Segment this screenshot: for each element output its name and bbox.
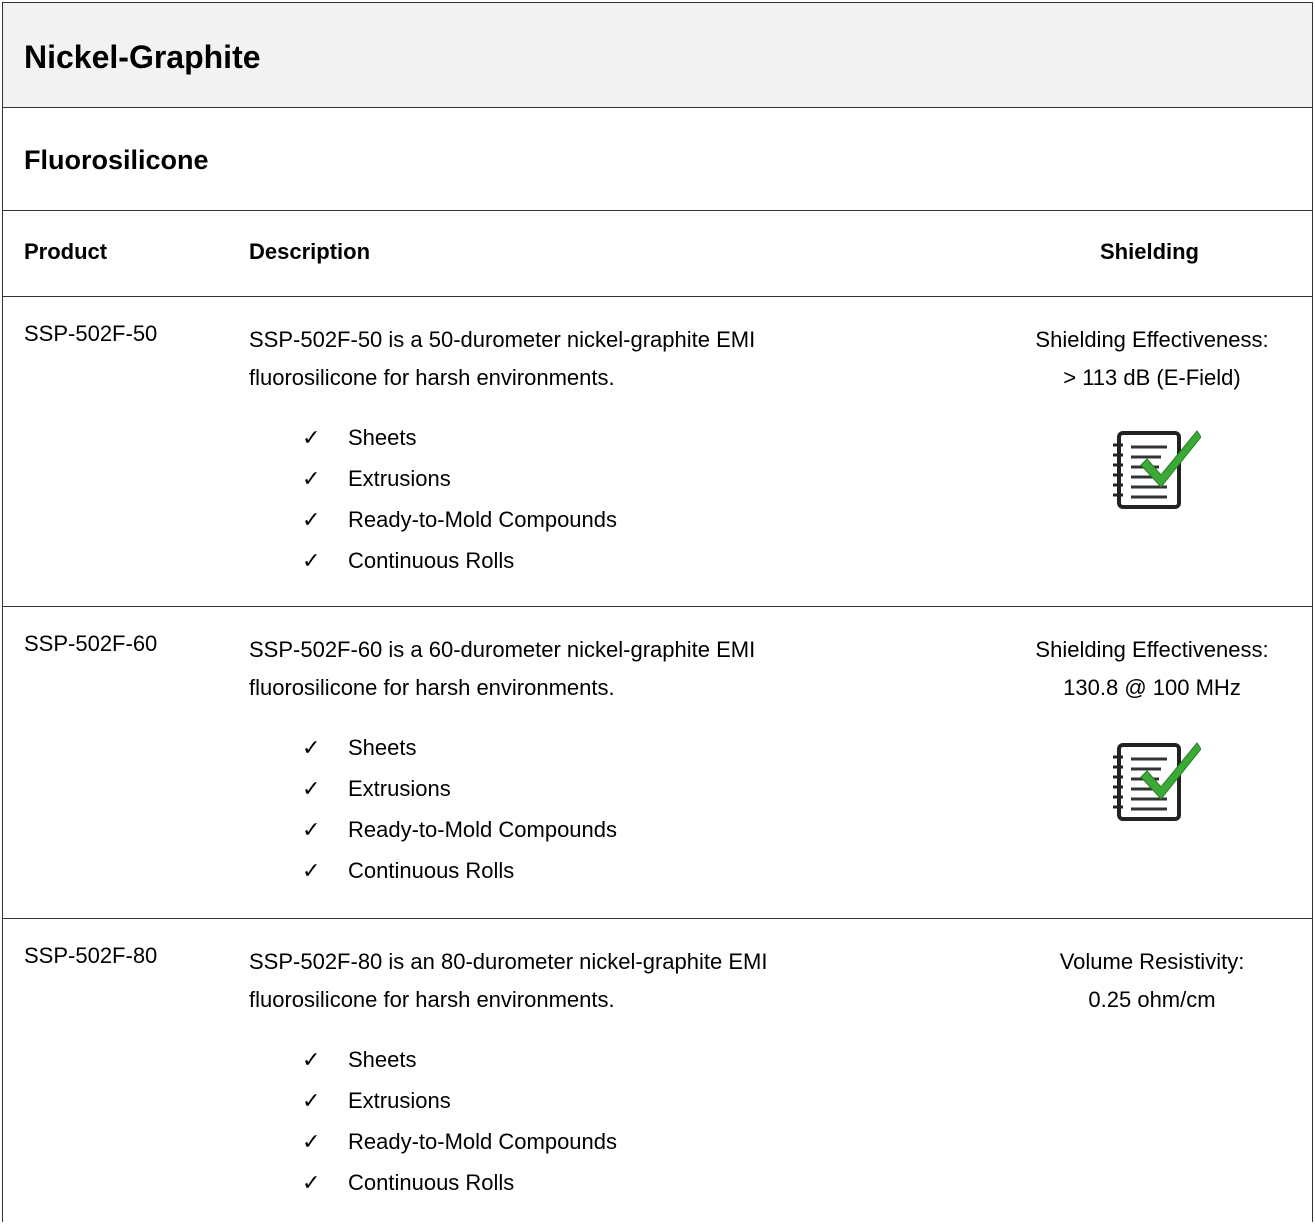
feature-list: ✓ Sheets ✓ Extrusions ✓ Ready-to-Mold Compo… [302,1039,617,1203]
checkmark-icon: ✓ [302,817,321,842]
checkmark-icon: ✓ [302,1088,321,1113]
list-item: ✓ Ready-to-Mold Compounds [302,1121,617,1162]
feature-label: Continuous Rolls [348,858,515,883]
feature-label: Sheets [348,1047,417,1072]
checkmark-icon: ✓ [302,735,321,760]
checkmark-icon: ✓ [302,548,321,573]
checkmark-icon: ✓ [302,858,321,883]
spec-label: Shielding Effectiveness: [1035,327,1269,352]
list-item: ✓ Sheets [302,417,617,458]
checkmark-icon: ✓ [302,1129,321,1154]
list-item: ✓ Ready-to-Mold Compounds [302,499,617,540]
spec-value: 0.25 ohm/cm [1088,987,1216,1012]
feature-list: ✓ Sheets ✓ Extrusions ✓ Ready-to-Mold Compo… [302,417,617,581]
description-line: fluorosilicone for harsh environments. [249,365,615,390]
checkmark-icon: ✓ [302,507,321,532]
description-line: SSP-502F-60 is a 60-durometer nickel-gra… [249,637,756,662]
column-header-description: Description [249,239,371,264]
checkmark-icon: ✓ [302,425,321,450]
page-title: Nickel-Graphite [24,39,261,75]
list-item: ✓ Ready-to-Mold Compounds [302,809,617,850]
list-item: ✓ Sheets [302,727,617,768]
product-code: SSP-502F-80 [24,943,158,968]
list-item: ✓ Continuous Rolls [302,540,617,581]
checkmark-icon: ✓ [302,1170,321,1195]
list-item: ✓ Sheets [302,1039,617,1080]
list-item: ✓ Extrusions [302,768,617,809]
feature-label: Continuous Rolls [348,548,515,573]
checkmark-icon: ✓ [302,776,321,801]
feature-list: ✓ Sheets ✓ Extrusions ✓ Ready-to-Mold Compo… [302,727,617,891]
feature-label: Continuous Rolls [348,1170,515,1195]
product-code: SSP-502F-60 [24,631,158,656]
feature-label: Sheets [348,735,417,760]
list-item: ✓ Continuous Rolls [302,1162,617,1203]
description-line: SSP-502F-50 is a 50-durometer nickel-gra… [249,327,756,352]
list-item: ✓ Extrusions [302,1080,617,1121]
product-description: SSP-502F-50 is a 50-durometer nickel-gra… [249,321,949,397]
list-item: ✓ Continuous Rolls [302,850,617,891]
feature-label: Extrusions [348,1088,451,1113]
section-title: Fluorosilicone [24,145,209,175]
product-table: Nickel-Graphite Fluorosilicone Product D… [2,2,1313,1222]
product-description: SSP-502F-60 is a 60-durometer nickel-gra… [249,631,949,707]
table-row: SSP-502F-60 SSP-502F-60 is a 60-duromete… [3,607,1312,919]
spec-value: 130.8 @ 100 MHz [1063,675,1241,700]
checkmark-icon: ✓ [302,466,321,491]
table-header: Product Description Shielding [3,211,1312,297]
datasheet-check-icon[interactable] [1109,425,1202,513]
product-code: SSP-502F-50 [24,321,158,346]
title-band: Nickel-Graphite [3,3,1312,108]
feature-label: Extrusions [348,776,451,801]
feature-label: Extrusions [348,466,451,491]
description-line: fluorosilicone for harsh environments. [249,675,615,700]
shielding-spec: Shielding Effectiveness: 130.8 @ 100 MHz [992,631,1312,707]
column-header-product: Product [24,239,108,264]
checkmark-icon: ✓ [302,1047,321,1072]
shielding-spec: Shielding Effectiveness: > 113 dB (E-Fie… [992,321,1312,397]
feature-label: Ready-to-Mold Compounds [348,1129,618,1154]
list-item: ✓ Extrusions [302,458,617,499]
table-row: SSP-502F-50 SSP-502F-50 is a 50-duromete… [3,297,1312,607]
shielding-spec: Volume Resistivity: 0.25 ohm/cm [992,943,1312,1019]
spec-label: Shielding Effectiveness: [1035,637,1269,662]
column-header-shielding: Shielding [1100,239,1199,264]
spec-label: Volume Resistivity: [1059,949,1245,974]
feature-label: Sheets [348,425,417,450]
product-description: SSP-502F-80 is an 80-durometer nickel-gr… [249,943,949,1019]
datasheet-check-icon[interactable] [1109,737,1202,825]
description-line: fluorosilicone for harsh environments. [249,987,615,1012]
spec-value: > 113 dB (E-Field) [1063,365,1241,390]
description-line: SSP-502F-80 is an 80-durometer nickel-gr… [249,949,768,974]
subtitle-band: Fluorosilicone [3,108,1312,211]
feature-label: Ready-to-Mold Compounds [348,507,618,532]
feature-label: Ready-to-Mold Compounds [348,817,618,842]
table-row: SSP-502F-80 SSP-502F-80 is an 80-duromet… [3,919,1312,1223]
